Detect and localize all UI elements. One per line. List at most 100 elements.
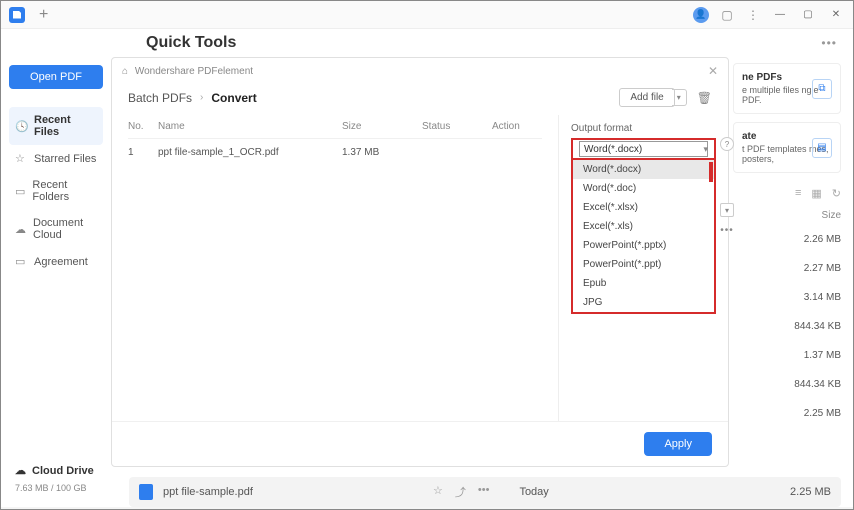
breadcrumb[interactable]: ⌂ Wondershare PDFelement [122,66,253,77]
upload-icon[interactable]: ⤴ [455,484,466,500]
dropdown-option-docx[interactable]: Word(*.docx) [573,160,714,179]
table-row[interactable]: 1 ppt file-sample_1_OCR.pdf 1.37 MB [128,139,542,166]
kebab-menu-icon[interactable]: ⋮ [745,8,761,22]
extra-more-icon[interactable]: ••• [720,223,734,237]
main: Open PDF 🕓 Recent Files ☆ Starred Files … [1,57,853,507]
file-size: 2.27 MB [733,254,841,283]
dropdown-option-pptx[interactable]: PowerPoint(*.pptx) [573,236,714,255]
close-window-button[interactable]: ✕ [827,6,845,24]
maximize-button[interactable]: ▢ [799,6,817,24]
col-no: No. [128,121,158,132]
extra-dropdown-icon[interactable]: ▾ [720,203,734,217]
dropdown-scrollbar[interactable] [709,162,713,312]
recent-actions: ☆ ⤴ ••• [433,484,489,500]
recent-file-name: ppt file-sample.pdf [163,486,423,498]
batch-title-row: Batch PDFs › Convert Add file ▾ 🗑 [112,84,728,115]
cell-status [422,147,492,158]
cloud-icon: ☁ [15,223,26,236]
col-size: Size [342,121,422,132]
sidebar: Open PDF 🕓 Recent Files ☆ Starred Files … [1,57,111,507]
background-right-panel: ne PDFs e multiple files ngle PDF. ⧉ ate… [733,57,853,507]
combine-icon: ⧉ [812,79,832,99]
trash-icon[interactable]: 🗑 [697,91,712,105]
dropdown-option-jpg[interactable]: JPG [573,293,714,312]
modal-footer: Apply [112,421,728,466]
file-size: 844.34 KB [733,370,841,399]
bg-card-template[interactable]: ate t PDF templates mes, posters, ▤ [733,122,841,173]
user-avatar-icon[interactable]: 👤 [693,7,709,23]
dropdown-option-xls[interactable]: Excel(*.xls) [573,217,714,236]
clock-icon: 🕓 [15,120,27,133]
output-panel: Output format ? Word(*.docx) Word(*.docx… [558,115,728,421]
output-format-dropdown[interactable]: Word(*.docx) Word(*.docx) Word(*.doc) Ex… [571,138,716,314]
cloud-drive-button[interactable]: ☁ Cloud Drive [9,458,103,483]
content-area: ne PDFs e multiple files ngle PDF. ⧉ ate… [111,57,853,507]
document-icon: ▭ [15,255,27,268]
recent-size: 2.25 MB [790,486,831,498]
list-view-icon[interactable]: ≡ [795,187,801,200]
modal-body: No. Name Size Status Action 1 ppt file-s… [112,115,728,421]
bg-card-combine[interactable]: ne PDFs e multiple files ngle PDF. ⧉ [733,63,841,114]
more-icon[interactable]: ••• [478,484,490,500]
output-format-label: Output format [571,123,716,134]
file-table: No. Name Size Status Action 1 ppt file-s… [112,115,558,421]
dropdown-option-ppt[interactable]: PowerPoint(*.ppt) [573,255,714,274]
sidebar-item-recent-folders[interactable]: ▭ Recent Folders [9,172,103,210]
batch-convert-modal: ⌂ Wondershare PDFelement ✕ Batch PDFs › … [111,57,729,467]
star-icon: ☆ [15,152,27,165]
cell-size: 1.37 MB [342,147,422,158]
cloud-icon: ☁ [15,464,26,477]
cloud-drive-label: Cloud Drive [32,465,94,477]
dropdown-option-epub[interactable]: Epub [573,274,714,293]
refresh-icon[interactable]: ↻ [832,187,841,200]
template-icon: ▤ [812,138,832,158]
spacer [9,275,103,458]
header-more-icon[interactable]: ••• [821,36,837,50]
dropdown-option-xlsx[interactable]: Excel(*.xlsx) [573,198,714,217]
dropdown-selected[interactable]: Word(*.docx) [571,138,716,160]
col-action: Action [492,121,542,132]
grid-view-icon[interactable]: ▦ [811,187,821,200]
sidebar-item-starred-files[interactable]: ☆ Starred Files [9,145,103,172]
view-toolbar: ≡ ▦ ↻ [733,181,841,206]
cell-no: 1 [128,147,158,158]
cell-action [492,147,542,158]
sidebar-item-recent-files[interactable]: 🕓 Recent Files [9,107,103,145]
sidebar-item-label: Starred Files [34,153,96,165]
table-header: No. Name Size Status Action [128,115,542,139]
cell-name: ppt file-sample_1_OCR.pdf [158,147,342,158]
dropdown-option-doc[interactable]: Word(*.doc) [573,179,714,198]
col-name: Name [158,121,342,132]
add-file-button[interactable]: Add file [619,88,674,107]
sidebar-item-agreement[interactable]: ▭ Agreement [9,248,103,275]
breadcrumb-sep: › [200,92,203,103]
home-icon: ⌂ [122,66,128,77]
pdf-file-icon [139,484,153,500]
recent-file-row[interactable]: ppt file-sample.pdf ☆ ⤴ ••• Today 2.25 M… [129,477,841,507]
sidebar-item-label: Recent Folders [32,179,97,203]
convert-title: Convert [211,91,256,105]
breadcrumb-text: Wondershare PDFelement [135,66,253,77]
file-size: 3.14 MB [733,283,841,312]
star-icon[interactable]: ☆ [433,484,443,500]
header: Quick Tools ••• [1,29,853,57]
chat-icon[interactable]: ▢ [719,8,735,22]
recent-date: Today [519,486,548,498]
app-logo-icon[interactable] [9,7,25,23]
sidebar-item-document-cloud[interactable]: ☁ Document Cloud [9,210,103,248]
file-size: 2.25 MB [733,399,841,428]
add-file-dropdown-icon[interactable]: ▾ [672,89,687,106]
new-tab-button[interactable]: + [33,6,54,24]
scrollbar-thumb[interactable] [709,162,713,182]
storage-text: 7.63 MB / 100 GB [9,483,103,499]
help-icon[interactable]: ? [720,137,734,151]
minimize-button[interactable]: — [771,6,789,24]
batch-pdfs-link[interactable]: Batch PDFs [128,91,192,105]
open-pdf-button[interactable]: Open PDF [9,65,103,89]
page-title: Quick Tools [146,34,236,52]
file-size: 844.34 KB [733,312,841,341]
close-modal-button[interactable]: ✕ [708,64,718,78]
apply-button[interactable]: Apply [644,432,712,456]
file-size: 1.37 MB [733,341,841,370]
titlebar-right: 👤 ▢ ⋮ — ▢ ✕ [693,6,845,24]
